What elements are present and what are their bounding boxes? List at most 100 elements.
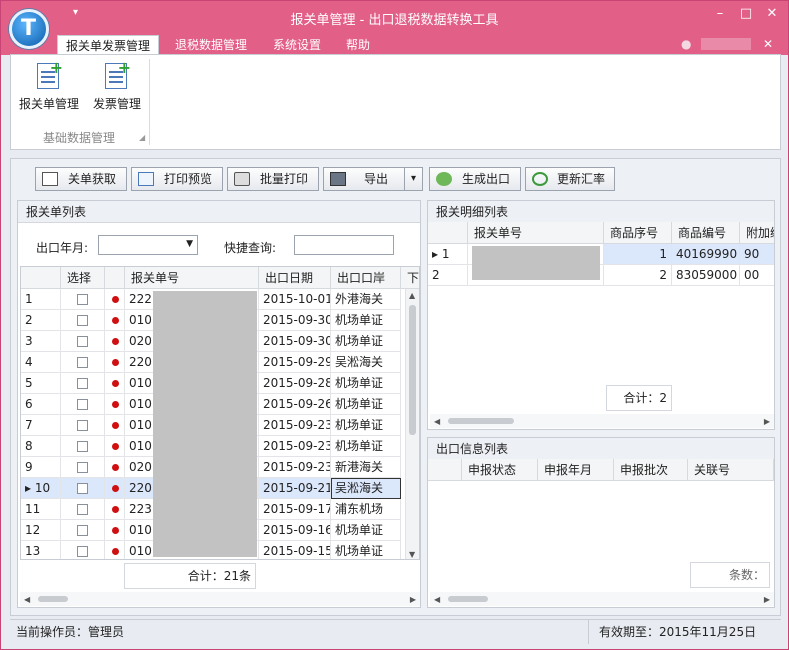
- row-select[interactable]: [61, 436, 105, 457]
- update-rate-button[interactable]: 更新汇率: [525, 167, 615, 191]
- export-port-cell[interactable]: 外港海关: [331, 289, 401, 310]
- export-port-cell[interactable]: 机场单证: [331, 373, 401, 394]
- scroll-right-icon[interactable]: ▶: [410, 595, 416, 604]
- row-checkbox[interactable]: [77, 525, 88, 536]
- quick-search-input[interactable]: [294, 235, 394, 255]
- column-header-declare-month[interactable]: 申报年月: [538, 459, 614, 481]
- row-select[interactable]: [61, 541, 105, 559]
- row-select[interactable]: [61, 352, 105, 373]
- tab-customs-invoice[interactable]: 报关单发票管理: [57, 35, 160, 55]
- tab-help[interactable]: 帮助: [338, 35, 378, 55]
- row-select[interactable]: [61, 373, 105, 394]
- export-port-cell[interactable]: 机场单证: [331, 436, 401, 457]
- maximize-button[interactable]: □: [735, 5, 757, 23]
- invoice-manage-button[interactable]: + 发票管理: [83, 60, 151, 117]
- export-port-cell[interactable]: 机场单证: [331, 394, 401, 415]
- export-port-cell[interactable]: 吴淞海关: [331, 352, 401, 373]
- status-dot-icon: [112, 296, 119, 303]
- customs-vscroll-thumb[interactable]: [409, 305, 416, 435]
- column-header-download[interactable]: 下载: [401, 267, 419, 289]
- export-port-cell[interactable]: 浦东机场: [331, 499, 401, 520]
- row-select[interactable]: [61, 457, 105, 478]
- row-checkbox[interactable]: [77, 441, 88, 452]
- scroll-down-icon[interactable]: ▼: [409, 550, 415, 559]
- column-header-item-code[interactable]: 商品编号: [672, 222, 740, 244]
- export-info-panel: 出口信息列表 申报状态 申报年月 申报批次 关联号 条数： ◀ ▶: [427, 437, 775, 608]
- export-port-cell[interactable]: 吴淞海关: [331, 478, 401, 499]
- export-hscrollbar[interactable]: ◀ ▶: [430, 592, 774, 606]
- row-select[interactable]: [61, 331, 105, 352]
- row-select[interactable]: [61, 289, 105, 310]
- scroll-right-icon[interactable]: ▶: [764, 595, 770, 604]
- customs-total: 合计：21条: [124, 563, 256, 589]
- detail-hscrollbar[interactable]: ◀ ▶: [430, 414, 774, 428]
- column-header-declare-batch[interactable]: 申报批次: [614, 459, 688, 481]
- chevron-down-icon[interactable]: ▼: [186, 239, 193, 249]
- month-filter-combo[interactable]: ▼: [98, 235, 198, 255]
- minimize-button[interactable]: –: [709, 5, 731, 23]
- row-select[interactable]: [61, 499, 105, 520]
- customs-vscrollbar[interactable]: ▲ ▼: [405, 289, 419, 559]
- export-dropdown-icon[interactable]: ▾: [404, 168, 422, 190]
- row-checkbox[interactable]: [77, 546, 88, 557]
- export-port-cell[interactable]: 机场单证: [331, 520, 401, 541]
- row-select[interactable]: [61, 310, 105, 331]
- tab-tax-refund[interactable]: 退税数据管理: [167, 35, 255, 55]
- column-header-customs-no[interactable]: 报关单号: [125, 267, 259, 289]
- export-date-cell: 2015-09-23: [259, 457, 331, 478]
- row-select[interactable]: [61, 478, 105, 499]
- column-header-declare-status[interactable]: 申报状态: [462, 459, 538, 481]
- export-hscroll-thumb[interactable]: [448, 596, 488, 602]
- preview-icon: [138, 172, 154, 186]
- row-checkbox[interactable]: [77, 294, 88, 305]
- column-header-select[interactable]: 选择: [61, 267, 105, 289]
- theme-orb-icon[interactable]: ●: [681, 37, 691, 51]
- tab-settings[interactable]: 系统设置: [265, 35, 329, 55]
- column-header-export-port[interactable]: 出口口岸: [331, 267, 401, 289]
- column-header-export-date[interactable]: 出口日期: [259, 267, 331, 289]
- generate-export-button[interactable]: 生成出口: [429, 167, 521, 191]
- row-select[interactable]: [61, 394, 105, 415]
- app-logo-icon[interactable]: T: [9, 9, 49, 49]
- row-checkbox[interactable]: [77, 483, 88, 494]
- row-number: 5: [21, 373, 61, 394]
- row-checkbox[interactable]: [77, 399, 88, 410]
- scroll-up-icon[interactable]: ▲: [409, 291, 415, 300]
- scroll-right-icon[interactable]: ▶: [764, 417, 770, 426]
- row-select[interactable]: [61, 415, 105, 436]
- column-header-customs-no[interactable]: 报关单号: [468, 222, 604, 244]
- scroll-left-icon[interactable]: ◀: [434, 595, 440, 604]
- column-header-item-seq[interactable]: 商品序号: [604, 222, 672, 244]
- export-port-cell[interactable]: 机场单证: [331, 310, 401, 331]
- close-button[interactable]: ✕: [761, 5, 783, 23]
- export-port-cell[interactable]: 机场单证: [331, 331, 401, 352]
- row-checkbox[interactable]: [77, 315, 88, 326]
- detail-hscroll-thumb[interactable]: [448, 418, 514, 424]
- group-launcher-icon[interactable]: ◢: [139, 133, 145, 142]
- row-checkbox[interactable]: [77, 504, 88, 515]
- row-checkbox[interactable]: [77, 420, 88, 431]
- export-port-cell[interactable]: 机场单证: [331, 541, 401, 559]
- scroll-left-icon[interactable]: ◀: [434, 417, 440, 426]
- ribbon-collapse-icon[interactable]: ✕: [763, 37, 773, 51]
- export-port-cell[interactable]: 新港海关: [331, 457, 401, 478]
- customs-hscrollbar[interactable]: ◀ ▶: [20, 592, 420, 606]
- row-checkbox[interactable]: [77, 378, 88, 389]
- column-header-extra-code[interactable]: 附加编: [740, 222, 774, 244]
- customs-hscroll-thumb[interactable]: [38, 596, 68, 602]
- row-status: [105, 289, 125, 310]
- batch-print-button[interactable]: 批量打印: [227, 167, 319, 191]
- print-preview-button[interactable]: 打印预览: [131, 167, 223, 191]
- scroll-left-icon[interactable]: ◀: [24, 595, 30, 604]
- refresh-icon: [532, 172, 548, 186]
- row-select[interactable]: [61, 520, 105, 541]
- column-header-relation-no[interactable]: 关联号: [688, 459, 774, 481]
- row-checkbox[interactable]: [77, 357, 88, 368]
- fetch-customs-button[interactable]: 关单获取: [35, 167, 127, 191]
- export-button[interactable]: 导出 ▾: [323, 167, 423, 191]
- customs-manage-button[interactable]: + 报关单管理: [15, 60, 83, 117]
- row-checkbox[interactable]: [77, 336, 88, 347]
- export-port-cell[interactable]: 机场单证: [331, 415, 401, 436]
- current-row-marker-icon: ▸: [432, 247, 439, 261]
- row-checkbox[interactable]: [77, 462, 88, 473]
